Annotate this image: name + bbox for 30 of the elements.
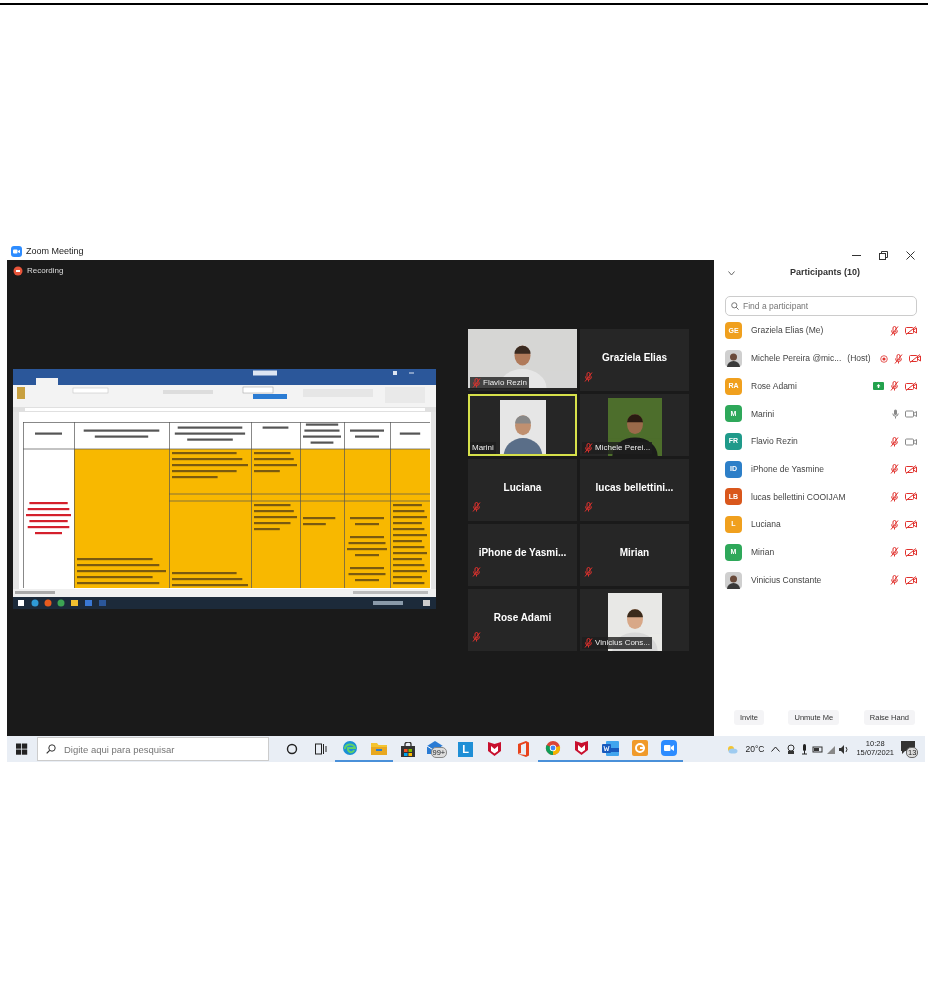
participant-name: iPhone de Yasmi...	[478, 545, 567, 560]
participant-name: Vinicius Cons...	[595, 637, 650, 649]
participant-row[interactable]: Michele Pereira @mic... (Host)	[714, 344, 925, 373]
participant-name: Michele Perei...	[595, 442, 651, 454]
participant-name: Flavio Rezin	[751, 435, 798, 448]
participant-name: Michele Pereira @mic...	[751, 352, 842, 365]
participant-name: lucas bellettini...	[595, 480, 674, 495]
participant-name: Mirian	[751, 545, 775, 559]
window-title: Zoom Meeting	[26, 244, 84, 258]
participant-name: Graziela Elias (Me)	[751, 324, 824, 338]
participant-name: Marini	[472, 442, 494, 454]
participant-name: iPhone de Yasmine	[751, 462, 824, 476]
taskbar-search-field[interactable]: Digite aqui para pesquisar	[37, 737, 269, 761]
recording-label: Recording	[27, 265, 64, 277]
participant-name: Flavio Rezin	[483, 377, 527, 389]
participant-row[interactable]: Vinicius Constante	[714, 566, 925, 594]
search-field[interactable]: Find a participant	[725, 296, 917, 316]
app-icon[interactable]: L	[458, 741, 473, 757]
participant-name: Graziela Elias	[601, 350, 667, 365]
panel-title: Participants (10)	[790, 266, 861, 280]
temperature-label: 20°C	[745, 742, 765, 756]
participant-name: Luciana	[751, 518, 781, 532]
role-label: (Host)	[847, 352, 871, 365]
participant-name: lucas bellettini COOIJAM	[751, 490, 846, 504]
participant-name: Rose Adami	[751, 379, 797, 393]
participant-name: Mirian	[619, 545, 650, 560]
participant-name: Rose Adami	[493, 610, 552, 625]
participant-name: Vinicius Constante	[751, 573, 822, 587]
participant-name: Marini	[751, 407, 775, 421]
participant-name: Luciana	[503, 480, 542, 495]
